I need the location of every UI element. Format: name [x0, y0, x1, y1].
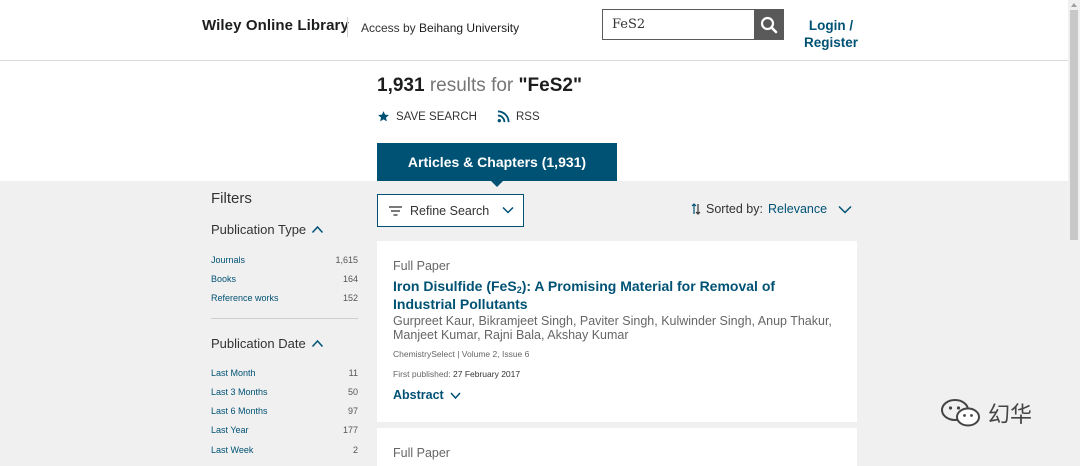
sort-dropdown[interactable]: Sorted by: Relevance	[691, 202, 852, 216]
chevron-down-icon	[450, 391, 461, 399]
result-published: First published: 27 February 2017	[393, 369, 520, 379]
rss-label: RSS	[516, 110, 540, 123]
abstract-toggle[interactable]: Abstract	[393, 388, 461, 402]
published-label: First published:	[393, 369, 451, 379]
results-count: 1,931	[377, 75, 425, 96]
page-scrollbar[interactable]	[1068, 0, 1080, 466]
title-part: Iron Disulfide (FeS	[393, 278, 517, 294]
results-query: "FeS2"	[518, 75, 582, 96]
filter-label: Last 3 Months	[211, 387, 268, 397]
register-text: Register	[804, 35, 859, 50]
publication-date-title: Publication Date	[211, 336, 306, 351]
watermark-text: 幻华	[988, 403, 1033, 428]
filter-count: 97	[347, 406, 358, 416]
access-institution: Beihang University	[419, 21, 520, 35]
filter-item-journals[interactable]: Journals 1,615	[211, 255, 358, 265]
result-authors: Gurpreet Kaur, Bikramjeet Singh, Paviter…	[393, 314, 832, 342]
access-prefix: Access by	[361, 21, 416, 35]
publication-date-toggle[interactable]: Publication Date	[211, 336, 324, 351]
rss-button[interactable]: RSS	[497, 110, 540, 123]
chevron-down-icon	[838, 205, 852, 214]
tab-indicator	[491, 181, 503, 187]
filters-title: Filters	[211, 190, 252, 207]
filter-item-books[interactable]: Books 164	[211, 274, 358, 284]
filter-item-reference-works[interactable]: Reference works 152	[211, 293, 358, 303]
search-input[interactable]	[603, 10, 754, 39]
institution-access: Access by Beihang University	[361, 21, 519, 35]
result-journal[interactable]: ChemistrySelect | Volume 2, Issue 6	[393, 349, 529, 359]
scroll-up-icon[interactable]	[1069, 0, 1079, 10]
sort-arrows-icon	[691, 203, 701, 215]
filter-count: 50	[347, 387, 358, 397]
filter-label: Last Year	[211, 425, 249, 435]
filter-divider	[211, 318, 358, 319]
search-box	[602, 9, 784, 40]
search-icon	[760, 16, 777, 33]
filter-count: 164	[342, 274, 358, 284]
result-type: Full Paper	[393, 446, 450, 460]
save-search-button[interactable]: SAVE SEARCH	[377, 110, 477, 123]
scroll-thumb[interactable]	[1070, 10, 1078, 240]
filter-item-last-6-months[interactable]: Last 6 Months 97	[211, 406, 358, 416]
publication-type-title: Publication Type	[211, 222, 307, 237]
site-header: Wiley Online Library Access by Beihang U…	[0, 0, 1068, 61]
watermark: 幻华	[940, 397, 1032, 429]
rss-icon	[497, 110, 510, 123]
filter-label: Last Week	[211, 445, 254, 455]
chevron-up-icon	[311, 339, 323, 348]
filter-count: 1,615	[335, 255, 358, 265]
result-card: Full Paper	[377, 428, 857, 466]
filter-label: Last 6 Months	[211, 406, 268, 416]
refine-search-label: Refine Search	[410, 203, 490, 218]
sort-value: Relevance	[767, 202, 828, 216]
filter-lines-icon	[389, 205, 402, 216]
results-count-heading: 1,931 results for "FeS2"	[377, 75, 582, 97]
tab-articles-chapters[interactable]: Articles & Chapters (1,931)	[377, 143, 617, 181]
search-button[interactable]	[754, 10, 783, 39]
login-register-link[interactable]: Login / Register	[804, 17, 858, 51]
publication-type-toggle[interactable]: Publication Type	[211, 222, 324, 237]
result-card: Full Paper Iron Disulfide (FeS2): A Prom…	[377, 241, 857, 422]
result-type: Full Paper	[393, 259, 450, 273]
filter-label: Last Month	[211, 368, 256, 378]
sort-label: Sorted by:	[706, 202, 763, 216]
filter-count: 2	[352, 445, 358, 455]
wechat-icon	[941, 399, 980, 427]
filter-count: 11	[348, 368, 358, 378]
published-date: 27 February 2017	[453, 369, 521, 379]
filter-count: 152	[342, 293, 358, 303]
login-text: Login /	[808, 18, 854, 33]
filter-item-last-month[interactable]: Last Month 11	[211, 368, 358, 378]
chevron-down-icon	[502, 206, 514, 214]
filter-label: Reference works	[211, 293, 279, 303]
results-for-text: results for	[429, 75, 514, 96]
chevron-up-icon	[312, 225, 324, 234]
filter-label: Journals	[211, 255, 246, 265]
save-search-label: SAVE SEARCH	[396, 110, 477, 123]
header-divider	[347, 17, 348, 37]
filter-item-last-3-months[interactable]: Last 3 Months 50	[211, 387, 358, 397]
result-title-link[interactable]: Iron Disulfide (FeS2): A Promising Mater…	[393, 279, 833, 311]
filter-label: Books	[211, 274, 237, 284]
filter-item-last-year[interactable]: Last Year 177	[211, 425, 358, 435]
filter-item-last-week[interactable]: Last Week 2	[211, 445, 358, 455]
abstract-label: Abstract	[393, 388, 444, 402]
filter-count: 177	[342, 425, 358, 435]
site-logo[interactable]: Wiley Online Library	[202, 17, 349, 34]
refine-search-button[interactable]: Refine Search	[377, 194, 524, 227]
star-icon	[378, 111, 389, 122]
